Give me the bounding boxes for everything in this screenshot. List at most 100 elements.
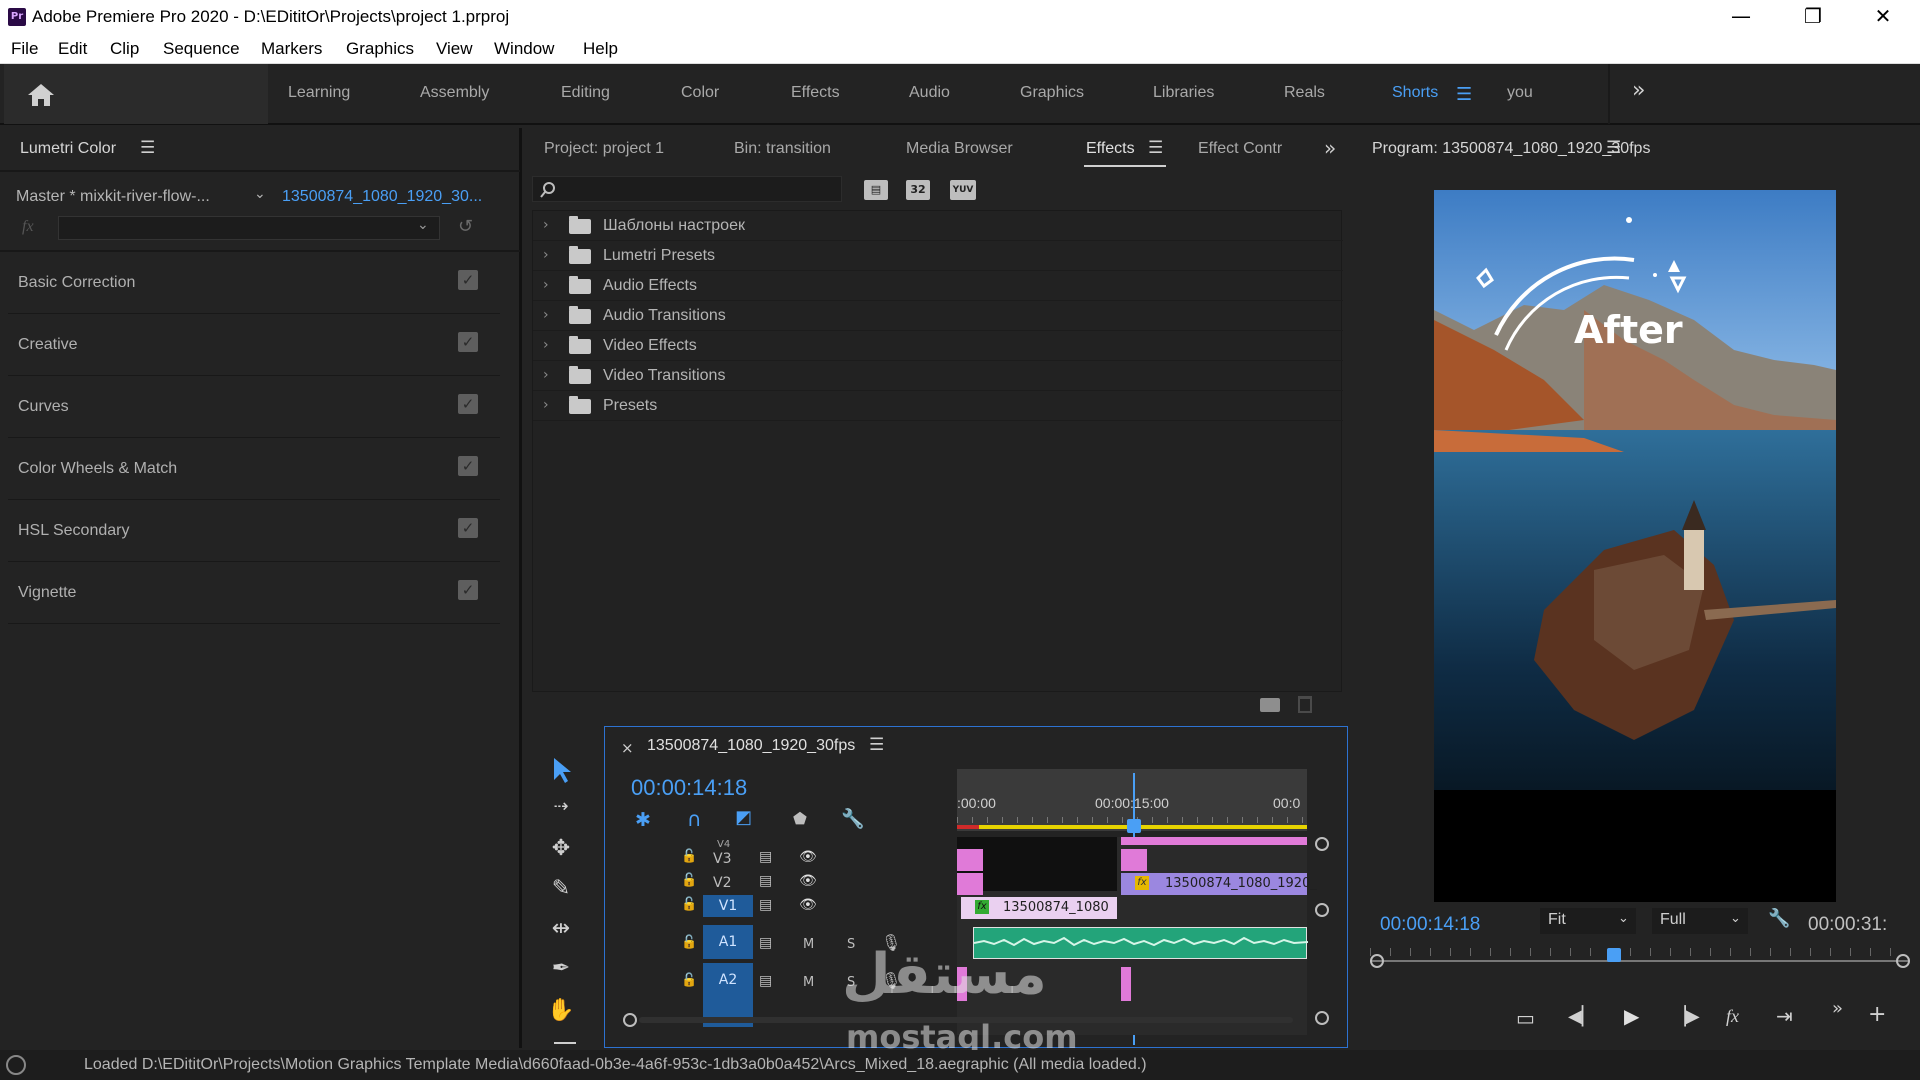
menu-graphics[interactable]: Graphics [346,34,414,59]
workspace-tab-learning[interactable]: Learning [288,84,350,102]
razor-tool-icon[interactable]: ✎ [544,876,578,906]
maximize-button[interactable]: ❐ [1778,0,1848,34]
playhead-handle[interactable] [1127,819,1141,833]
insert-icon[interactable]: ⇥ [1776,1004,1793,1028]
tab-media-browser[interactable]: Media Browser [906,140,1013,158]
mute-button[interactable]: M [803,975,814,990]
lumetri-section-color-wheels[interactable]: Color Wheels & Match ✓ [8,440,500,500]
graphic-clip-v3[interactable] [957,849,983,871]
section-enable-checkbox[interactable]: ✓ [458,332,478,352]
expand-arrow-icon[interactable]: › [543,277,549,293]
workspace-tab-color[interactable]: Color [681,84,719,102]
lock-icon[interactable]: 🔓 [681,973,697,988]
video-frame[interactable]: After [1434,190,1836,902]
program-timecode[interactable]: 00:00:14:18 [1380,914,1480,936]
lumetri-panel-title[interactable]: Lumetri Color [20,140,116,158]
workspace-tab-effects[interactable]: Effects [791,84,840,102]
close-sequence-icon[interactable]: × [621,739,634,757]
zoom-select[interactable]: Fit ⌄ [1540,908,1636,934]
workspace-tab-reals[interactable]: Reals [1284,84,1325,102]
menu-view[interactable]: View [436,34,473,59]
panel-menu-icon[interactable]: ☰ [1606,138,1621,158]
workspace-overflow-icon[interactable]: » [1632,78,1645,103]
lock-icon[interactable]: 🔓 [681,849,697,864]
workspace-tab-graphics[interactable]: Graphics [1020,84,1084,102]
track-select-tool-icon[interactable]: ⇢ [544,796,578,826]
expand-arrow-icon[interactable]: › [543,367,549,383]
sync-lock-icon[interactable]: ▤ [759,935,772,951]
scroll-handle-icon[interactable] [1315,837,1329,851]
resolution-select[interactable]: Full ⌄ [1652,908,1748,934]
minimize-button[interactable]: — [1706,0,1776,34]
close-button[interactable]: ✕ [1848,0,1918,34]
lumetri-section-creative[interactable]: Creative ✓ [8,316,500,376]
audio-graphic-clip-a2-b[interactable] [1121,967,1131,1001]
tree-item-audio-effects[interactable]: › Audio Effects [533,271,1343,301]
menu-edit[interactable]: Edit [58,34,87,59]
graphic-clip-v2[interactable] [957,873,983,895]
32bit-filter-icon[interactable]: 32 [906,180,930,200]
add-button-icon[interactable]: + [1868,1002,1886,1027]
play-icon[interactable]: ▶ [1624,1004,1639,1028]
workspace-tab-libraries[interactable]: Libraries [1153,84,1214,102]
eye-icon[interactable]: 👁 [799,849,817,865]
trash-icon[interactable] [1298,696,1312,713]
menu-clip[interactable]: Clip [110,34,139,59]
tab-effect-controls[interactable]: Effect Contr [1198,140,1290,158]
workspace-tab-shorts[interactable]: Shorts [1392,84,1438,102]
slip-tool-icon[interactable]: ⇹ [544,916,578,946]
lumetri-section-vignette[interactable]: Vignette ✓ [8,564,500,624]
panel-menu-icon[interactable]: ☰ [140,138,155,158]
sync-lock-icon[interactable]: ▤ [759,873,772,889]
step-back-icon[interactable]: ◀▏ [1568,1006,1596,1027]
sequence-tab[interactable]: 13500874_1080_1920_30fps [647,737,855,755]
snap-icon[interactable]: ∩ [687,807,702,831]
yuv-filter-icon[interactable]: YUV [950,180,976,200]
timeline-timecode[interactable]: 00:00:14:18 [631,775,747,801]
eye-icon[interactable]: 👁 [799,897,817,913]
chevron-down-icon[interactable]: ⌄ [254,186,266,202]
expand-arrow-icon[interactable]: › [543,397,549,413]
graphic-clip-v4[interactable] [1121,837,1307,845]
tree-item-video-transitions[interactable]: › Video Transitions [533,361,1343,391]
linked-selection-icon[interactable]: ◩ [735,807,752,828]
tab-bin[interactable]: Bin: transition [734,140,831,158]
out-point-handle-icon[interactable] [1896,954,1910,968]
tree-item-presets-ru[interactable]: › Шаблоны настроек [533,211,1343,241]
expand-arrow-icon[interactable]: › [543,337,549,353]
video-clip-v1[interactable]: fx 13500874_1080 [961,897,1117,919]
track-label-v2[interactable]: V2 [713,875,731,891]
menu-file[interactable]: File [11,34,38,59]
track-label-v3[interactable]: V3 [713,851,731,867]
eye-icon[interactable]: 👁 [799,873,817,889]
effects-search-input[interactable] [532,176,842,202]
tree-item-video-effects[interactable]: › Video Effects [533,331,1343,361]
program-scrubber[interactable] [1370,940,1910,970]
wrench-icon[interactable]: 🔧 [841,807,865,830]
section-enable-checkbox[interactable]: ✓ [458,394,478,414]
scroll-handle-icon[interactable] [1315,1011,1329,1025]
scrubber-playhead[interactable] [1607,948,1621,962]
lock-icon[interactable]: 🔓 [681,935,697,950]
section-enable-checkbox[interactable]: ✓ [458,270,478,290]
sequence-clip-link[interactable]: 13500874_1080_1920_30... [282,188,482,206]
video-clip-v2[interactable]: fx 13500874_1080_1920_ [1121,873,1317,895]
pen-tool-icon[interactable]: ✒ [544,956,578,986]
menu-help[interactable]: Help [583,34,618,59]
new-bin-icon[interactable] [1260,698,1280,712]
effect-select[interactable]: ⌄ [58,216,440,240]
panel-menu-icon[interactable]: ☰ [869,735,884,755]
menu-sequence[interactable]: Sequence [163,34,240,59]
track-target-a1[interactable]: A1 [703,925,753,959]
zoom-handle-icon[interactable] [623,1013,637,1027]
lock-icon[interactable]: 🔓 [681,897,697,912]
tab-project[interactable]: Project: project 1 [544,140,664,158]
selection-tool-icon[interactable] [550,756,574,784]
expand-arrow-icon[interactable]: › [543,247,549,263]
in-point-handle-icon[interactable] [1370,954,1384,968]
track-target-v1[interactable]: V1 [703,895,753,917]
section-enable-checkbox[interactable]: ✓ [458,518,478,538]
accelerated-effects-filter-icon[interactable]: ▤ [864,180,888,200]
menu-window[interactable]: Window [494,34,554,59]
lumetri-section-curves[interactable]: Curves ✓ [8,378,500,438]
